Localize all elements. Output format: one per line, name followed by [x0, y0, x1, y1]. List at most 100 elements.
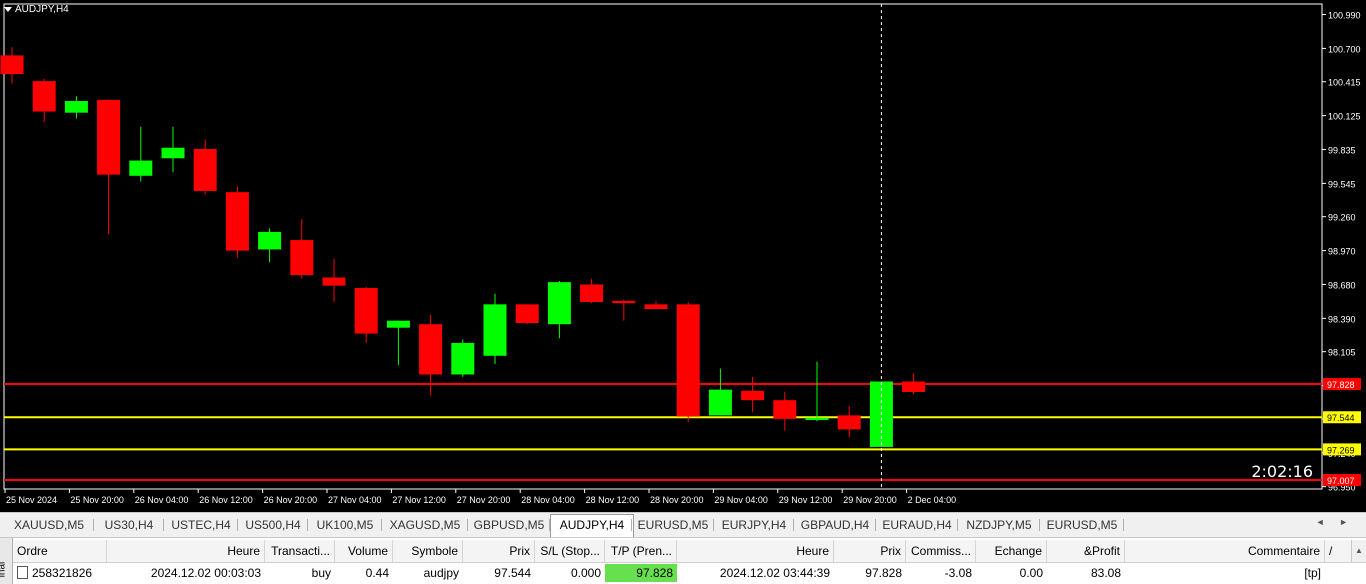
candle-body — [386, 320, 410, 328]
tab-us500-h4[interactable]: US500,H4 — [238, 515, 308, 535]
candle-body — [708, 389, 732, 416]
symbol-timeframe-text: AUDJPY,H4 — [15, 4, 69, 15]
tab-scroll-arrows-icon[interactable]: ◄ ► — [1316, 517, 1354, 527]
candle-body — [902, 381, 926, 392]
column-header-3[interactable]: Volume — [335, 540, 393, 562]
candle-body — [644, 304, 668, 310]
price-tick-label: 100.125 — [1328, 112, 1361, 122]
candle-body — [32, 81, 56, 112]
tab-xauusd-m5[interactable]: XAUUSD,M5 — [4, 515, 94, 535]
tab-eurusd-m5[interactable]: EURUSD,M5 — [632, 515, 714, 535]
column-header-10[interactable]: Commiss... — [906, 540, 976, 562]
column-header-13[interactable]: Commentaire — [1125, 540, 1325, 562]
order-document-icon — [17, 566, 28, 579]
tab-xagusd-m5[interactable]: XAGUSD,M5 — [382, 515, 468, 535]
candle-body — [322, 277, 346, 286]
tab-ustec-h4[interactable]: USTEC,H4 — [164, 515, 238, 535]
cell-close-time: 2024.12.02 03:44:39 — [719, 566, 830, 580]
cell-price: 97.828 — [865, 566, 902, 580]
cell-commission: -3.08 — [944, 566, 972, 580]
time-tick-label: 27 Nov 04:00 — [328, 495, 382, 505]
tab-eurjpy-h4[interactable]: EURJPY,H4 — [714, 515, 794, 535]
price-tick-label: 98.970 — [1328, 247, 1356, 257]
time-tick-label: 26 Nov 04:00 — [135, 495, 189, 505]
price-tag-label: 97.828 — [1327, 380, 1355, 390]
price-tag-label: 97.544 — [1327, 413, 1355, 423]
cell-tp: 97.828 — [605, 564, 677, 582]
price-tick-label: 98.680 — [1328, 280, 1356, 290]
terminal-side-tab[interactable]: inal — [0, 538, 13, 584]
terminal-side-label: inal — [0, 561, 8, 578]
candle-body — [805, 417, 829, 421]
price-tick-label: 100.415 — [1328, 78, 1361, 88]
candle-body — [676, 304, 700, 417]
column-header-14[interactable]: / — [1325, 540, 1352, 562]
time-tick-label: 28 Nov 20:00 — [650, 495, 704, 505]
candle-body — [547, 282, 571, 325]
candle-body — [354, 287, 378, 334]
tab-separator — [1123, 519, 1124, 531]
cell-sl: 0.000 — [570, 566, 601, 580]
candle-body — [419, 324, 443, 375]
candle-body — [741, 390, 765, 401]
chart-symbol-label: AUDJPY,H4 — [4, 4, 69, 15]
column-header-5[interactable]: Prix — [463, 540, 535, 562]
column-header-2[interactable]: Transacti... — [265, 540, 335, 562]
tab-eurusd-m5[interactable]: EURUSD,M5 — [1040, 515, 1124, 535]
candle-body — [0, 55, 24, 75]
candle-body — [290, 240, 314, 276]
candle-body — [612, 300, 636, 304]
column-header-1[interactable]: Heure — [107, 540, 265, 562]
tab-us30-h4[interactable]: US30,H4 — [94, 515, 164, 535]
candle-body — [129, 160, 153, 176]
cell-comment: [tp] — [1304, 566, 1321, 580]
candle-body — [64, 101, 88, 113]
dropdown-triangle-icon[interactable] — [4, 7, 12, 12]
time-tick-label: 29 Nov 04:00 — [714, 495, 768, 505]
cell-profit: 83.08 — [1090, 566, 1121, 580]
tab-audjpy-h4[interactable]: AUDJPY,H4 — [550, 514, 634, 537]
candle-body — [451, 342, 475, 375]
candle-body — [225, 192, 249, 251]
cell-volume: 0.44 — [365, 566, 389, 580]
column-header-8[interactable]: Heure — [677, 540, 834, 562]
cell-open-time: 2024.12.02 00:03:03 — [150, 566, 261, 580]
column-header-9[interactable]: Prix — [834, 540, 906, 562]
cell-order: 258321826 — [13, 564, 107, 582]
column-header-4[interactable]: Symbole — [393, 540, 463, 562]
tab-gbpusd-m5[interactable]: GBPUSD,M5 — [468, 515, 550, 535]
time-tick-label: 26 Nov 20:00 — [264, 495, 318, 505]
price-chart[interactable]: 100.990 100.700 100.415 100.125 99.835 99.545… — [0, 0, 1366, 512]
time-tick-label: 29 Nov 20:00 — [843, 495, 897, 505]
time-tick-label: 28 Nov 12:00 — [586, 495, 640, 505]
price-tick-label: 100.990 — [1328, 11, 1361, 21]
column-header-12[interactable]: &Profit — [1047, 540, 1125, 562]
column-header-6[interactable]: S/L (Stop... — [535, 540, 605, 562]
candlestick-chart[interactable]: 100.990 100.700 100.415 100.125 99.835 99.545… — [0, 0, 1366, 512]
price-tag-label: 97.007 — [1327, 476, 1355, 486]
column-header-11[interactable]: Echange — [976, 540, 1047, 562]
cell-type: buy — [311, 566, 331, 580]
tab-gbpaud-h4[interactable]: GBPAUD,H4 — [794, 515, 876, 535]
time-tick-label: 25 Nov 2024 — [6, 495, 57, 505]
candle-body — [515, 304, 539, 324]
column-header-7[interactable]: T/P (Pren... — [605, 540, 677, 562]
tab-euraud-h4[interactable]: EURAUD,H4 — [876, 515, 958, 535]
tab-uk100-m5[interactable]: UK100,M5 — [308, 515, 382, 535]
time-tick-label: 26 Nov 12:00 — [199, 495, 253, 505]
price-tag-label: 97.269 — [1327, 445, 1355, 455]
cell-symbol: audjpy — [423, 566, 459, 580]
tab-nzdjpy-m5[interactable]: NZDJPY,M5 — [958, 515, 1040, 535]
price-tick-label: 100.700 — [1328, 44, 1361, 54]
time-tick-label: 27 Nov 20:00 — [457, 495, 511, 505]
scroll-up-icon[interactable]: ▲ — [1351, 540, 1366, 562]
terminal-panel: inal Ordre Heure Transacti... Volume Symbole… — [0, 537, 1366, 584]
candle-body — [161, 147, 185, 159]
price-tick-label: 99.835 — [1328, 146, 1356, 156]
cell-open-price: 97.544 — [494, 566, 531, 580]
time-tick-label: 2 Dec 04:00 — [908, 495, 957, 505]
price-tick-label: 99.545 — [1328, 179, 1356, 189]
candle-body — [773, 400, 797, 419]
price-tick-label: 99.260 — [1328, 213, 1356, 223]
column-header-0[interactable]: Ordre — [13, 540, 107, 562]
